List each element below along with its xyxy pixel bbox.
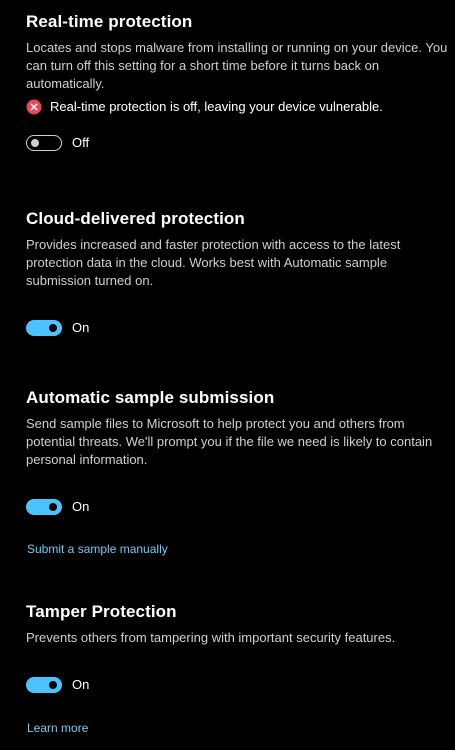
submit-sample-link[interactable]: Submit a sample manually [27,541,168,557]
sample-submission-description: Send sample files to Microsoft to help p… [26,416,433,467]
realtime-warning-text: Real-time protection is off, leaving you… [50,99,383,114]
tamper-toggle-label: On [72,677,90,692]
toggle-knob [49,503,57,511]
cloud-toggle-row: On [26,319,451,337]
toggle-knob [30,138,39,147]
sample-toggle-label: On [72,499,90,514]
sample-submission-toggle[interactable] [26,499,62,515]
realtime-protection-description: Locates and stops malware from installin… [26,40,448,91]
tamper-protection-section: Tamper Protection Prevents others from t… [26,601,451,694]
cloud-toggle-label: On [72,320,90,335]
tamper-protection-description: Prevents others from tampering with impo… [26,630,396,645]
realtime-protection-toggle[interactable] [26,135,62,151]
realtime-protection-title: Real-time protection [26,12,193,31]
cloud-protection-toggle[interactable] [26,320,62,336]
sample-toggle-row: On [26,498,451,516]
tamper-protection-toggle[interactable] [26,677,62,693]
toggle-knob [49,681,57,689]
sample-submission-section: Automatic sample submission Send sample … [26,387,451,516]
learn-more-link[interactable]: Learn more [27,720,88,736]
tamper-protection-title: Tamper Protection [26,602,177,621]
tamper-toggle-row: On [26,676,451,694]
error-circle-icon [26,99,42,115]
cloud-protection-title: Cloud-delivered protection [26,209,245,228]
sample-submission-title: Automatic sample submission [26,388,275,407]
cloud-protection-section: Cloud-delivered protection Provides incr… [26,208,451,337]
toggle-knob [49,324,57,332]
realtime-warning: Real-time protection is off, leaving you… [26,98,451,116]
cloud-protection-description: Provides increased and faster protection… [26,237,401,288]
realtime-toggle-row: Off [26,134,451,152]
realtime-toggle-label: Off [72,135,90,150]
realtime-protection-section: Real-time protection Locates and stops m… [26,11,451,152]
